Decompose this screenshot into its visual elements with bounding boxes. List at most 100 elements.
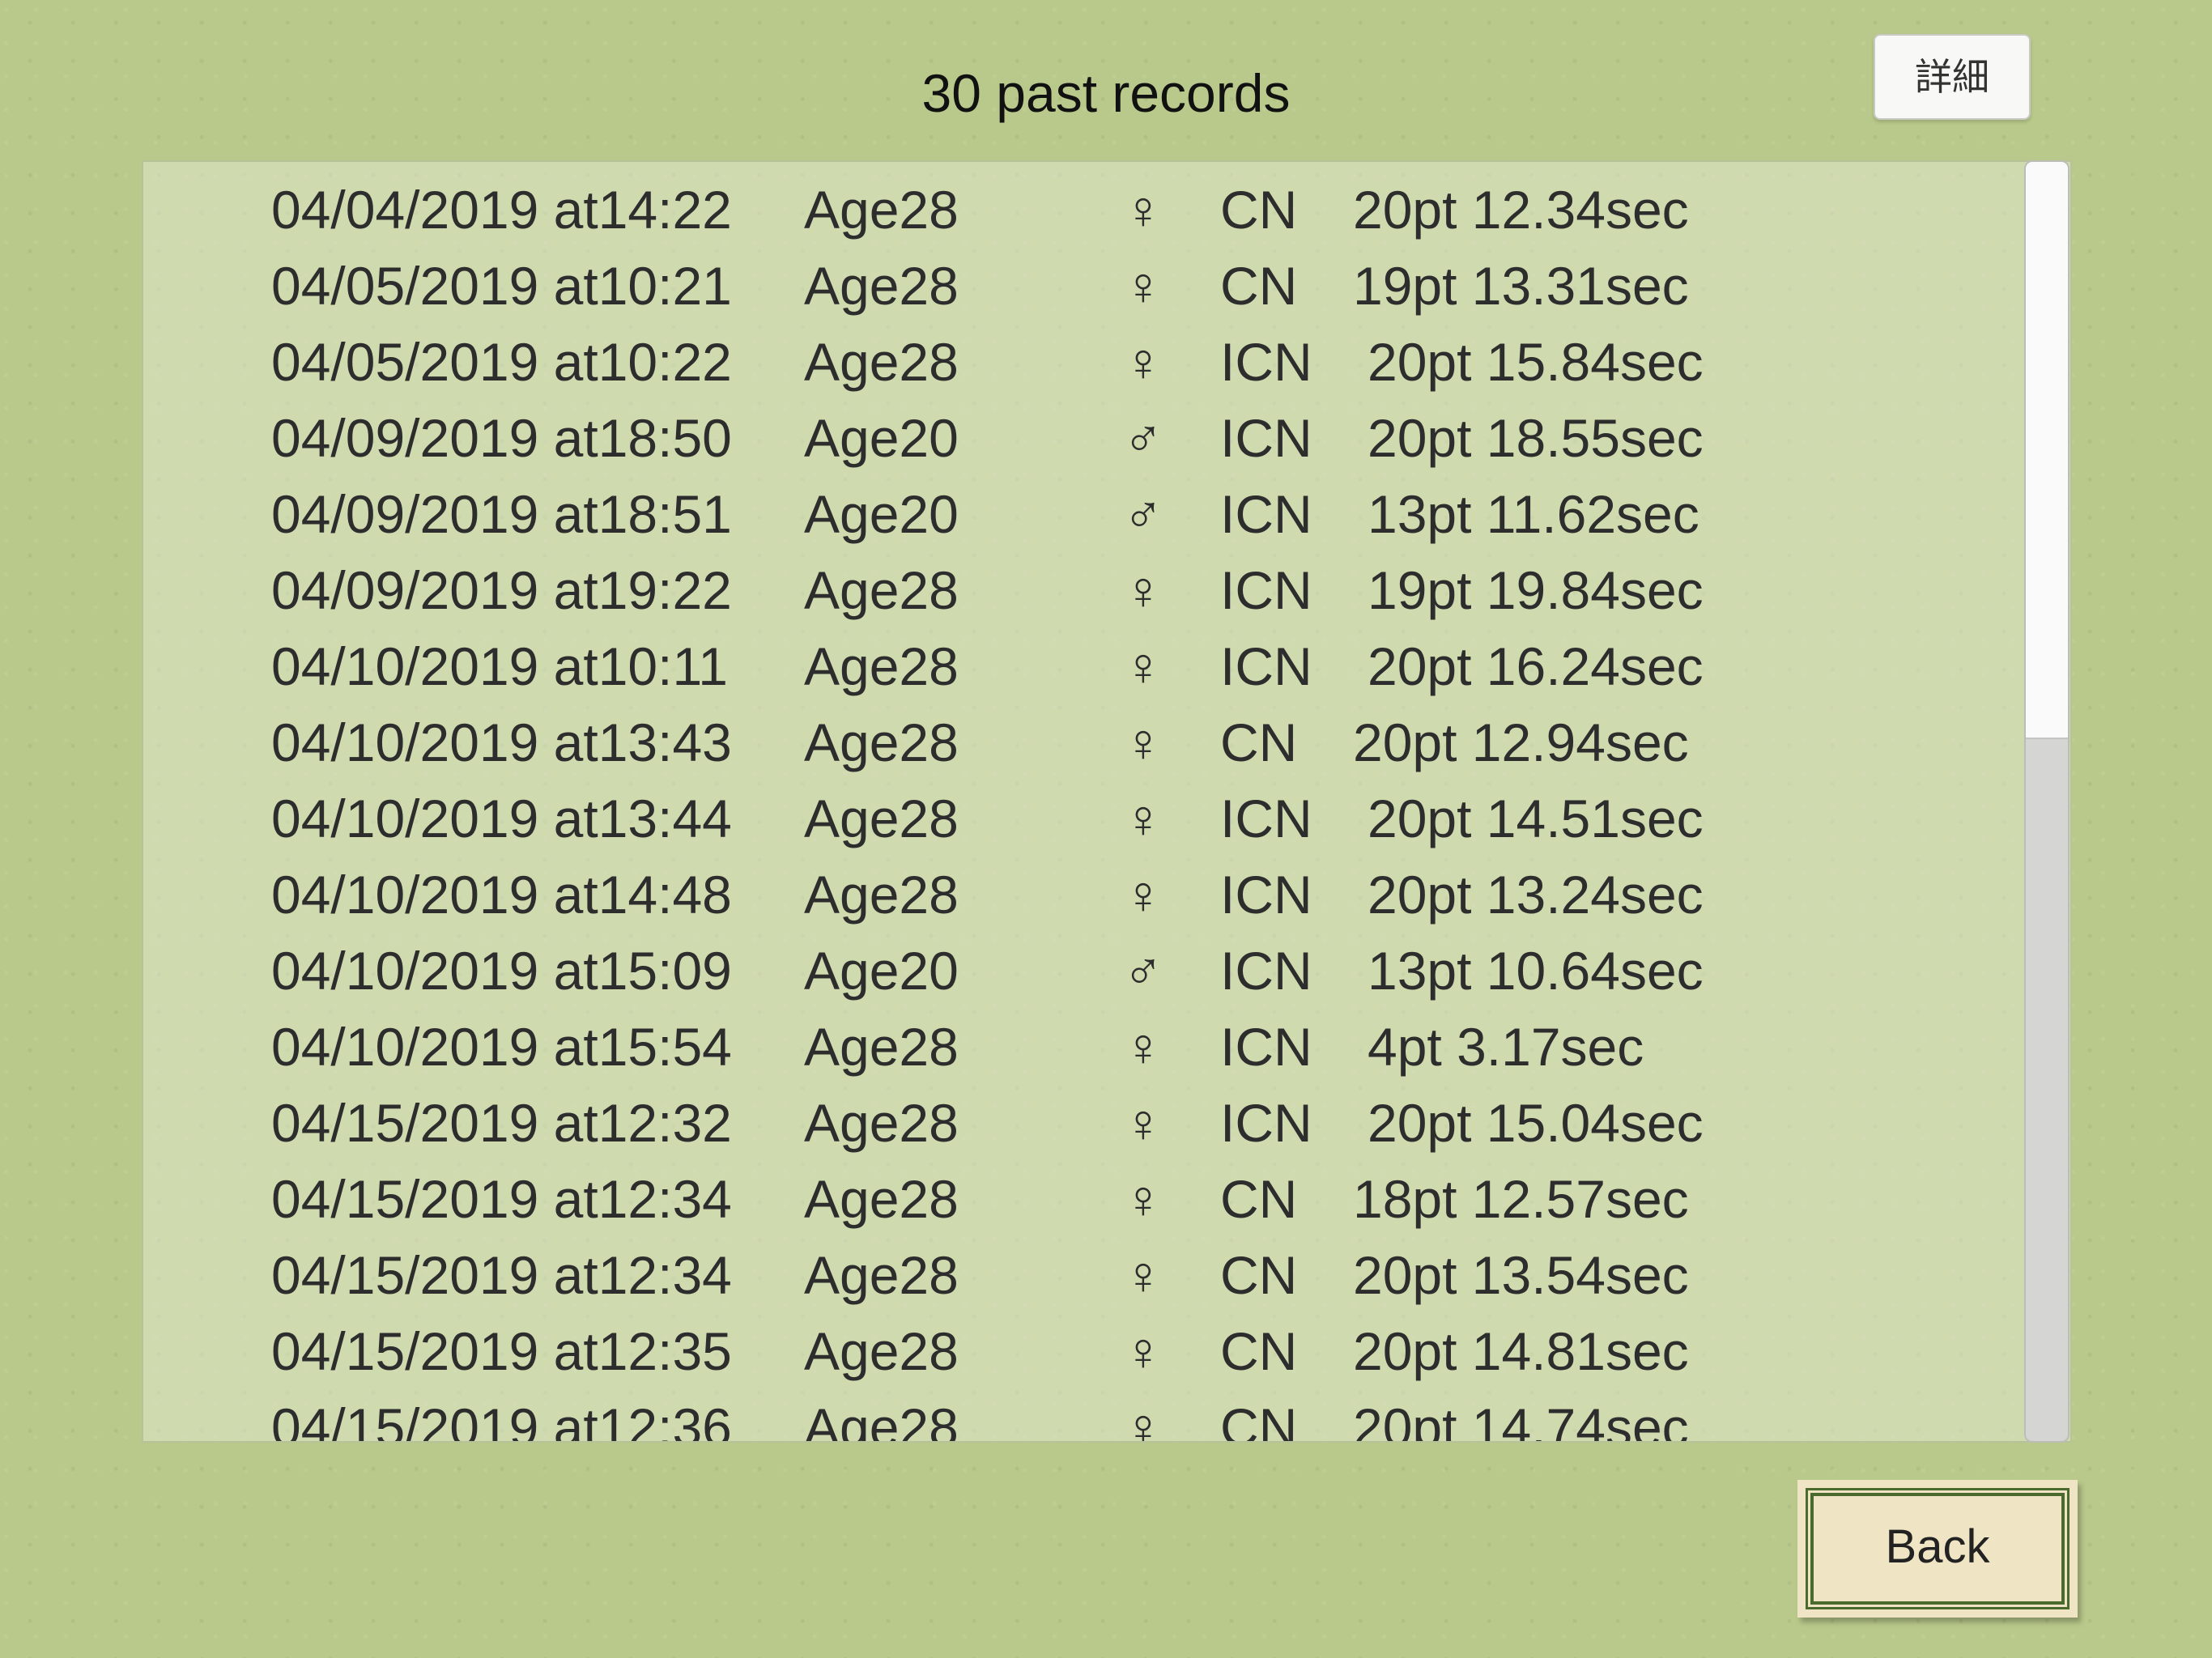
record-row: 04/15/2019 at12:34 Age28 ♀ CN 18pt 12.57sec [143,1161,2006,1237]
record-row: 04/05/2019 at10:21 Age28 ♀ CN 19pt 13.31sec [143,248,2006,324]
record-age: Age28 [804,1017,959,1077]
record-date: 04/15/2019 at12:34 [271,1169,732,1229]
record-date: 04/15/2019 at12:32 [271,1093,732,1153]
record-date: 04/10/2019 at15:09 [271,941,732,1001]
back-button[interactable]: Back [1797,1480,2078,1618]
record-score: 20pt 12.34sec [1353,180,1689,240]
record-date: 04/09/2019 at18:51 [271,484,732,544]
record-date: 04/05/2019 at10:22 [271,332,732,392]
record-sex: ♀ [1123,789,1163,848]
record-score: 20pt 15.04sec [1368,1093,1704,1153]
record-age: Age28 [804,332,959,392]
record-age: Age20 [804,941,959,1001]
record-row: 04/10/2019 at14:48 Age28 ♀ ICN 20pt 13.24sec [143,857,2006,933]
record-score: 18pt 12.57sec [1353,1169,1689,1229]
record-score: 13pt 11.62sec [1368,484,1699,544]
record-type: ICN [1220,1017,1312,1077]
record-age: Age28 [804,1169,959,1229]
record-score: 19pt 19.84sec [1368,560,1704,620]
record-sex: ♀ [1123,865,1163,925]
record-type: ICN [1220,636,1312,696]
record-row: 04/09/2019 at19:22 Age28 ♀ ICN 19pt 19.84sec [143,552,2006,628]
record-row: 04/04/2019 at14:22 Age28 ♀ CN 20pt 12.34sec [143,172,2006,248]
record-row: 04/15/2019 at12:36 Age28 ♀ CN 20pt 14.74sec [143,1389,2006,1443]
record-age: Age28 [804,180,959,240]
record-sex: ♂ [1123,484,1163,544]
record-score: 20pt 18.55sec [1368,408,1704,468]
record-type: ICN [1220,560,1312,620]
record-sex: ♂ [1123,941,1163,1001]
record-score: 19pt 13.31sec [1353,256,1689,316]
record-age: Age28 [804,1093,959,1153]
record-type: ICN [1220,408,1312,468]
record-type: CN [1220,180,1298,240]
record-score: 20pt 14.51sec [1368,789,1704,848]
record-date: 04/05/2019 at10:21 [271,256,732,316]
scrollbar[interactable] [2024,160,2069,1443]
record-sex: ♀ [1123,1321,1163,1381]
record-date: 04/10/2019 at15:54 [271,1017,732,1077]
record-type: ICN [1220,484,1312,544]
record-date: 04/10/2019 at13:43 [271,712,732,772]
record-age: Age28 [804,712,959,772]
record-row: 04/15/2019 at12:34 Age28 ♀ CN 20pt 13.54sec [143,1237,2006,1313]
record-date: 04/09/2019 at18:50 [271,408,732,468]
record-row: 04/09/2019 at18:50 Age20 ♂ ICN 20pt 18.55sec [143,400,2006,476]
record-age: Age28 [804,789,959,848]
record-sex: ♀ [1123,560,1163,620]
record-sex: ♀ [1123,636,1163,696]
record-row: 04/15/2019 at12:35 Age28 ♀ CN 20pt 14.81sec [143,1313,2006,1389]
record-age: Age28 [804,560,959,620]
record-score: 4pt 3.17sec [1368,1017,1644,1077]
record-row: 04/15/2019 at12:32 Age28 ♀ ICN 20pt 15.04sec [143,1085,2006,1161]
record-date: 04/15/2019 at12:35 [271,1321,732,1381]
record-age: Age28 [804,1397,959,1443]
back-button-label: Back [1885,1520,1990,1573]
record-row: 04/10/2019 at13:43 Age28 ♀ CN 20pt 12.94sec [143,704,2006,780]
record-date: 04/09/2019 at19:22 [271,560,732,620]
record-row: 04/10/2019 at10:11 Age28 ♀ ICN 20pt 16.24sec [143,628,2006,704]
record-sex: ♀ [1123,332,1163,392]
record-date: 04/10/2019 at10:11 [271,636,728,696]
records-list[interactable]: 04/04/2019 at14:22 Age28 ♀ CN 20pt 12.34sec 0… [142,160,2072,1443]
record-score: 13pt 10.64sec [1368,941,1704,1001]
record-score: 20pt 14.81sec [1353,1321,1689,1381]
record-sex: ♀ [1123,180,1163,240]
record-date: 04/15/2019 at12:34 [271,1245,732,1305]
record-score: 20pt 16.24sec [1368,636,1704,696]
record-sex: ♀ [1123,1245,1163,1305]
record-age: Age20 [804,408,959,468]
record-sex: ♀ [1123,1017,1163,1077]
record-age: Age28 [804,865,959,925]
record-sex: ♀ [1123,1169,1163,1229]
record-row: 04/10/2019 at13:44 Age28 ♀ ICN 20pt 14.51sec [143,780,2006,857]
record-age: Age28 [804,256,959,316]
record-sex: ♂ [1123,408,1163,468]
records-rows: 04/04/2019 at14:22 Age28 ♀ CN 20pt 12.34sec 0… [143,172,2006,1443]
record-row: 04/10/2019 at15:09 Age20 ♂ ICN 13pt 10.64sec [143,933,2006,1009]
record-sex: ♀ [1123,1397,1163,1443]
record-score: 20pt 13.24sec [1368,865,1704,925]
scrollbar-thumb[interactable] [2026,162,2068,739]
record-date: 04/15/2019 at12:36 [271,1397,732,1443]
record-age: Age20 [804,484,959,544]
record-row: 04/05/2019 at10:22 Age28 ♀ ICN 20pt 15.84sec [143,324,2006,400]
record-sex: ♀ [1123,712,1163,772]
record-type: ICN [1220,941,1312,1001]
record-type: CN [1220,1169,1298,1229]
record-type: ICN [1220,865,1312,925]
record-sex: ♀ [1123,256,1163,316]
record-score: 20pt 12.94sec [1353,712,1689,772]
record-age: Age28 [804,636,959,696]
record-row: 04/09/2019 at18:51 Age20 ♂ ICN 13pt 11.62sec [143,476,2006,552]
record-age: Age28 [804,1321,959,1381]
record-type: CN [1220,712,1298,772]
record-row: 04/10/2019 at15:54 Age28 ♀ ICN 4pt 3.17sec [143,1009,2006,1085]
record-score: 20pt 15.84sec [1368,332,1704,392]
record-date: 04/10/2019 at13:44 [271,789,732,848]
record-age: Age28 [804,1245,959,1305]
detail-button[interactable]: 詳細 [1874,34,2031,120]
record-type: ICN [1220,332,1312,392]
record-type: CN [1220,1245,1298,1305]
record-date: 04/10/2019 at14:48 [271,865,732,925]
